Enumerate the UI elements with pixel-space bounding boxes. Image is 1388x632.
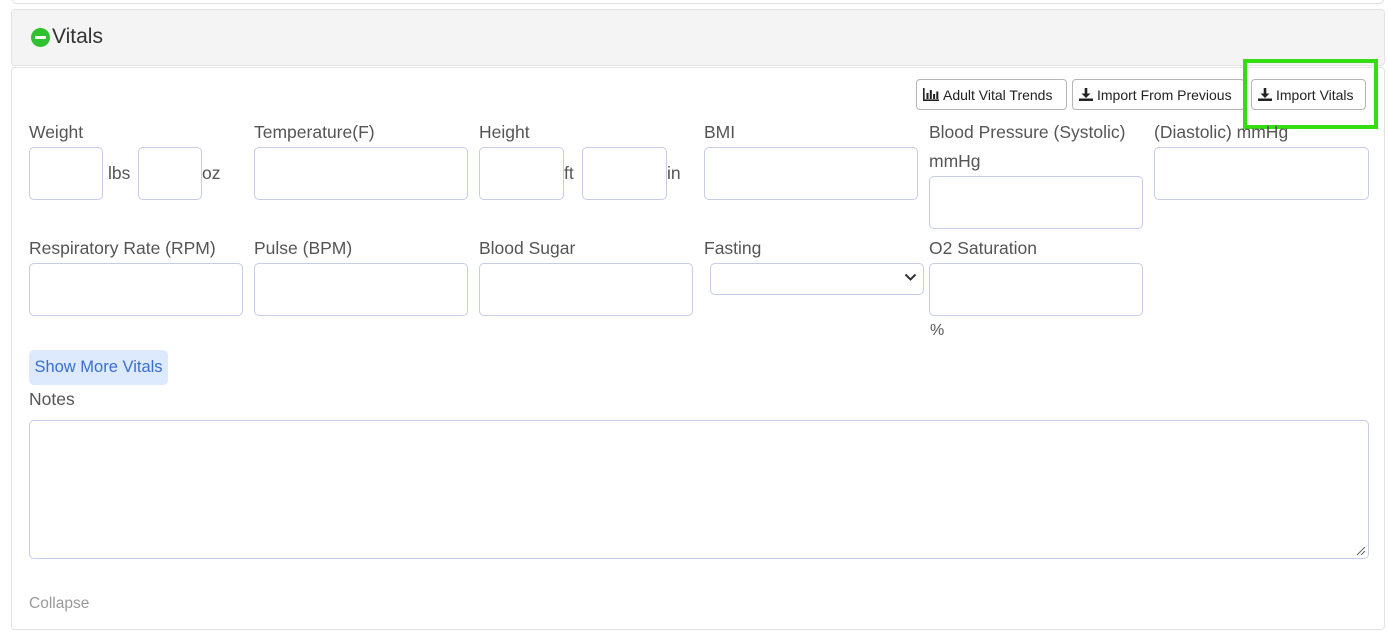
minus-circle-icon[interactable] xyxy=(31,28,50,47)
blood-sugar-input[interactable] xyxy=(479,263,693,316)
bp-systolic-label: Blood Pressure (Systolic) xyxy=(929,122,1126,142)
fasting-select[interactable] xyxy=(710,263,924,295)
bar-chart-icon xyxy=(923,88,939,101)
pulse-input[interactable] xyxy=(254,263,468,316)
import-from-previous-button[interactable]: Import From Previous xyxy=(1072,79,1245,110)
temperature-label: Temperature(F) xyxy=(254,122,375,142)
height-in-input[interactable] xyxy=(582,147,667,200)
bmi-label: BMI xyxy=(704,122,736,142)
height-ft-input[interactable] xyxy=(479,147,564,200)
respiratory-rate-input[interactable] xyxy=(29,263,243,316)
adult-vital-trends-button[interactable]: Adult Vital Trends xyxy=(916,79,1067,110)
import-from-previous-label: Import From Previous xyxy=(1097,86,1232,103)
fasting-label: Fasting xyxy=(704,238,762,258)
o2-saturation-label: O2 Saturation xyxy=(929,238,1037,258)
highlight-box xyxy=(1243,59,1378,129)
previous-section-edge xyxy=(12,0,1384,4)
weight-oz-input[interactable] xyxy=(138,147,202,200)
adult-vital-trends-label: Adult Vital Trends xyxy=(943,86,1053,103)
collapse-link[interactable]: Collapse xyxy=(29,594,89,614)
section-title: Vitals xyxy=(52,25,103,48)
bp-systolic-input[interactable] xyxy=(929,176,1143,229)
weight-label: Weight xyxy=(29,122,84,142)
ft-unit-label: ft xyxy=(564,163,574,183)
temperature-input[interactable] xyxy=(254,147,468,200)
bp-systolic-unit-label: mmHg xyxy=(929,151,981,171)
oz-unit-label: oz xyxy=(202,163,221,183)
percent-unit-label: % xyxy=(930,322,945,339)
pulse-label: Pulse (BPM) xyxy=(254,238,353,258)
notes-label: Notes xyxy=(29,389,75,409)
weight-lbs-input[interactable] xyxy=(29,147,103,200)
bp-diastolic-input[interactable] xyxy=(1154,147,1369,200)
height-label: Height xyxy=(479,122,530,142)
resize-grip-icon[interactable] xyxy=(1355,545,1366,556)
respiratory-rate-label: Respiratory Rate (RPM) xyxy=(29,238,216,258)
vitals-section-header[interactable]: Vitals xyxy=(11,9,1385,66)
in-unit-label: in xyxy=(667,163,681,183)
chevron-down-icon xyxy=(904,273,917,281)
notes-textarea[interactable] xyxy=(29,420,1369,559)
lbs-unit-label: lbs xyxy=(108,163,131,183)
download-icon xyxy=(1079,88,1093,101)
show-more-vitals-button[interactable]: Show More Vitals xyxy=(29,350,168,385)
bmi-input[interactable] xyxy=(704,147,918,200)
blood-sugar-label: Blood Sugar xyxy=(479,238,576,258)
o2-saturation-input[interactable] xyxy=(929,263,1143,316)
bp-diastolic-label: (Diastolic) mmHg xyxy=(1154,122,1289,142)
